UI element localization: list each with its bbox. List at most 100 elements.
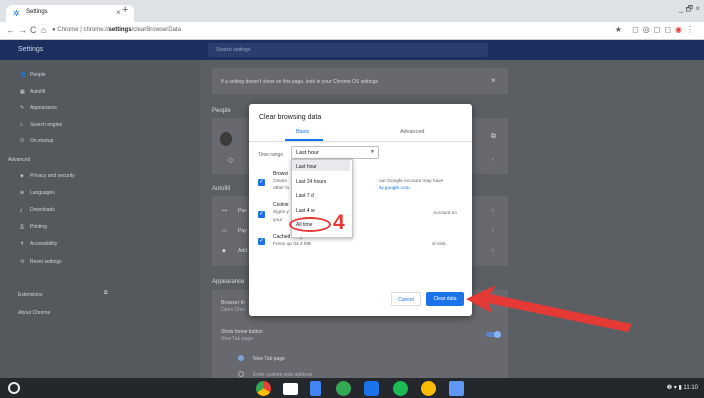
item-title: Browsi	[273, 171, 289, 177]
globe-icon: ⊕	[20, 189, 25, 196]
url-scheme: Chrome | chrome://	[57, 27, 109, 33]
external-link-icon[interactable]: ⧉	[104, 290, 108, 296]
accessibility-icon: ✝	[20, 241, 25, 248]
calendar-icon[interactable]	[364, 381, 379, 396]
docs-icon[interactable]	[310, 381, 321, 396]
search-icon: ⌕	[20, 121, 23, 128]
sidebar-item-people[interactable]: 👤 People	[20, 72, 46, 78]
sidebar-item-on-startup[interactable]: ⏻ On startup	[20, 138, 53, 144]
settings-tab[interactable]: ✲ Settings ×	[6, 5, 134, 22]
option-last-24-hours[interactable]: Last 24 hours	[296, 179, 326, 185]
close-icon[interactable]: ×	[491, 76, 496, 85]
browser-theme-label: Browser th	[221, 300, 245, 306]
sidebar-item-label: Languages	[30, 189, 55, 196]
extension-icon[interactable]: ◎	[643, 25, 654, 34]
sidebar-item-autofill[interactable]: ▦ Autofill	[20, 89, 45, 95]
chevron-down-icon[interactable]: ▼	[370, 149, 375, 155]
notice-text: If a setting doesn't show on this page, …	[221, 79, 378, 85]
tab-close-button[interactable]: ×	[116, 8, 121, 17]
bookmark-star-icon[interactable]: ★	[615, 25, 626, 34]
extension-icon[interactable]: ◻	[664, 25, 675, 34]
clear-data-button[interactable]: Clear data	[426, 292, 464, 306]
option-last-7-days[interactable]: Last 7 d	[296, 193, 314, 199]
reset-icon: ⟲	[20, 258, 25, 265]
browser-theme-sub: Open Chro	[221, 307, 246, 313]
sidebar-item-privacy-and-security[interactable]: ◈ Privacy and security	[20, 173, 75, 179]
menu-icon[interactable]: ⋮	[686, 25, 698, 34]
gmail-icon[interactable]	[283, 383, 298, 395]
radio-custom[interactable]	[238, 371, 244, 377]
new-tab-button[interactable]: +	[122, 4, 128, 16]
item-title: Cookie	[273, 202, 289, 208]
activity-link[interactable]: ity.google.com.	[379, 186, 411, 191]
sidebar-item-appearance[interactable]: ✎ Appearance	[20, 105, 57, 111]
system-tray[interactable]: ❷ ▾ ▮ 11:10	[667, 384, 698, 391]
checkbox-browsing-history[interactable]: ✓	[258, 179, 265, 186]
item-sub: other fo	[273, 186, 290, 191]
sidebar-item-label: Appearance	[30, 105, 57, 111]
gear-icon: ✲	[13, 9, 20, 18]
option-last-4-weeks[interactable]: Last 4 w	[296, 208, 315, 214]
option-last-hour[interactable]: Last hour	[296, 164, 317, 170]
files-icon[interactable]	[449, 381, 464, 396]
key-icon: ⊶	[222, 208, 227, 214]
extension-icon[interactable]: ◻	[632, 25, 643, 34]
sidebar-item-printing[interactable]: ⎙ Printing	[20, 224, 47, 230]
checkbox-cookies[interactable]: ✓	[258, 211, 265, 218]
tab-divider	[249, 141, 472, 142]
checkbox-cached-images[interactable]: ✓	[258, 238, 265, 245]
annotation-circle	[289, 217, 331, 232]
sidebar-extensions[interactable]: Extensions	[18, 292, 42, 298]
external-link-icon[interactable]: ⧉	[491, 133, 496, 141]
location-icon: ◆	[222, 248, 226, 254]
reload-button[interactable]: C	[30, 25, 37, 35]
chevron-right-icon[interactable]: ›	[492, 157, 494, 163]
chevron-right-icon[interactable]: ›	[492, 228, 494, 234]
search-input[interactable]: Search settings	[208, 43, 488, 57]
sidebar-item-search-engine[interactable]: ⌕ Search engine	[20, 122, 62, 128]
settings-header: Settings Search settings	[0, 40, 704, 60]
window-controls[interactable]: _ 🗗 ×	[679, 3, 700, 17]
annotation-arrow	[466, 285, 632, 332]
page-title: Settings	[18, 46, 44, 53]
power-icon: ⏻	[20, 138, 24, 144]
sidebar-about[interactable]: About Chrome	[18, 310, 50, 316]
tab-advanced[interactable]: Advanced	[400, 129, 424, 135]
sidebar-item-reset-settings[interactable]: ⟲ Reset settings	[20, 259, 62, 265]
sidebar-item-languages[interactable]: ⊕ Languages	[20, 190, 55, 196]
sidebar-advanced[interactable]: Advanced	[8, 157, 30, 163]
keep-icon[interactable]	[421, 381, 436, 396]
sidebar-item-label: Reset settings	[30, 258, 62, 265]
extension-icons[interactable]: ★ ◻◎◻◻◉⋮	[615, 25, 698, 34]
section-people: People	[212, 108, 231, 114]
card-icon: ▭	[222, 228, 227, 234]
back-button[interactable]: ←	[6, 25, 15, 35]
item-sub: Frees up 34.3 MB	[273, 242, 312, 247]
sidebar-item-accessibility[interactable]: ✝ Accessibility	[20, 241, 57, 247]
step-number: 4	[333, 211, 345, 234]
show-home-label: Show home button	[221, 329, 263, 335]
tab-title: Settings	[26, 9, 48, 15]
sidebar-item-downloads[interactable]: ⤓ Downloads	[20, 207, 55, 213]
forward-button[interactable]: →	[18, 25, 27, 35]
palette-icon: ✎	[20, 105, 25, 111]
spotify-icon[interactable]	[393, 381, 408, 396]
sidebar-item-label: Accessibility	[30, 241, 58, 248]
chevron-right-icon[interactable]: ›	[492, 248, 494, 254]
extension-icon[interactable]: ◻	[654, 25, 665, 34]
chevron-right-icon[interactable]: ›	[492, 208, 494, 214]
printer-icon: ⎙	[20, 224, 25, 231]
address-bar[interactable]: ● Chrome | chrome://settings/clearBrowse…	[52, 24, 181, 36]
time-range-select[interactable]: Last hour	[291, 146, 379, 159]
home-button[interactable]: ⌂	[41, 25, 46, 35]
addresses-label: Add	[238, 248, 247, 254]
tab-basic[interactable]: Basic	[296, 129, 309, 135]
item-sub: Clears	[273, 179, 287, 184]
radio-new-tab[interactable]	[238, 355, 244, 361]
show-home-sub: New Tab page	[221, 336, 253, 342]
launcher-icon[interactable]	[8, 382, 20, 394]
extension-icon[interactable]: ◉	[675, 25, 686, 34]
chrome-icon[interactable]	[256, 381, 271, 396]
play-store-icon[interactable]	[336, 381, 351, 396]
cancel-button[interactable]: Cancel	[391, 292, 421, 306]
